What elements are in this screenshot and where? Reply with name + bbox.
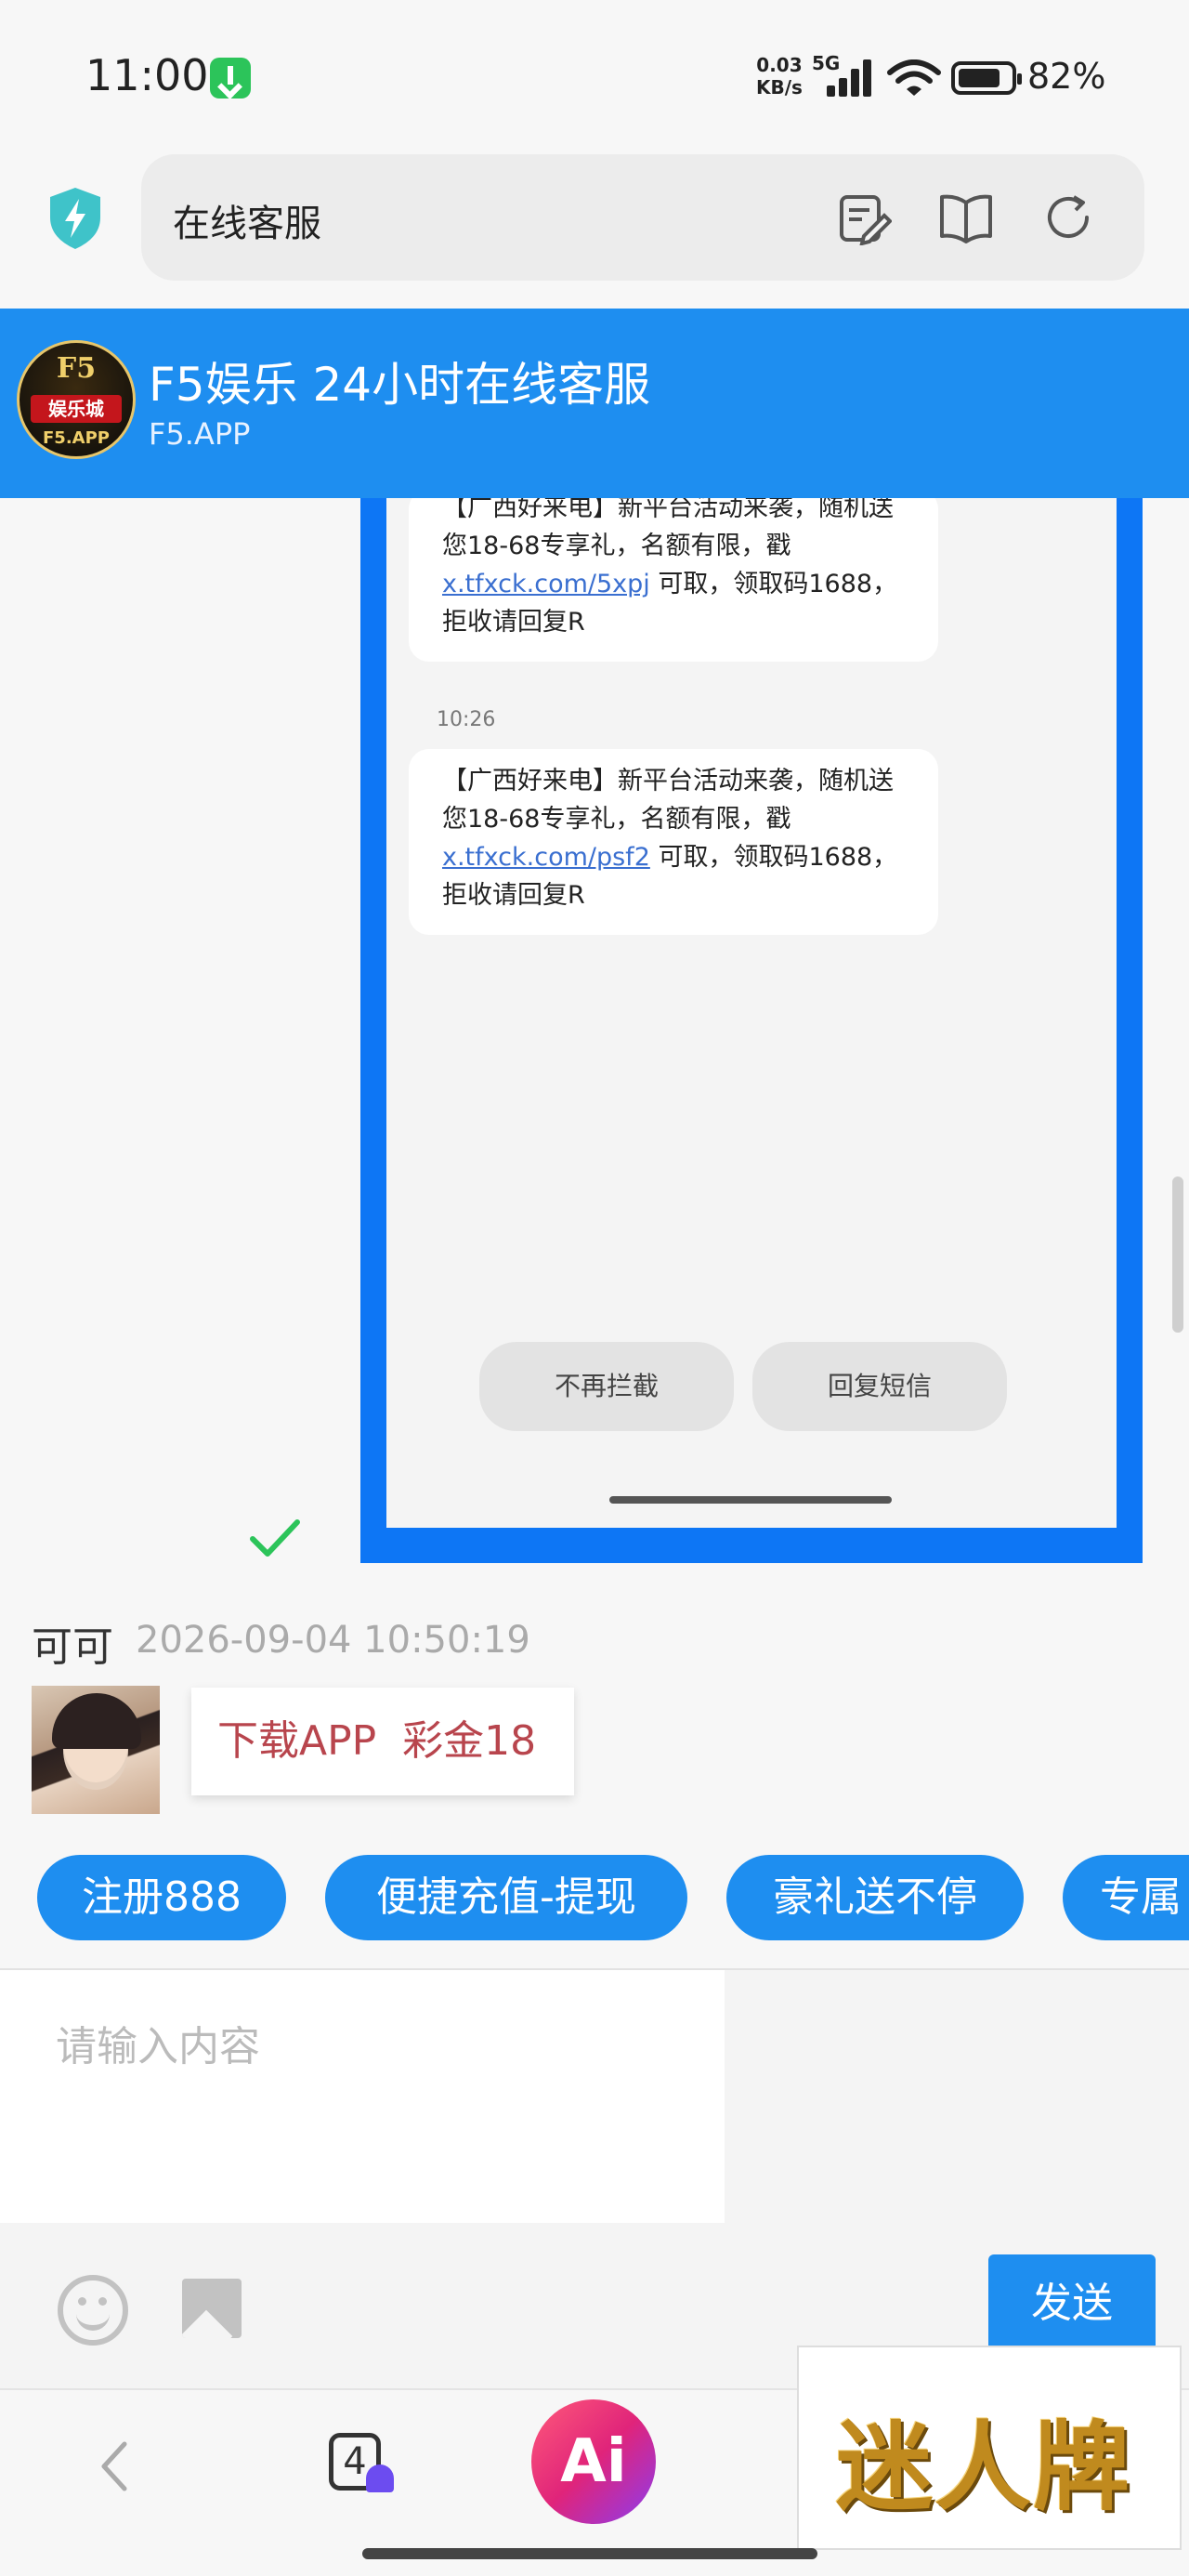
input-placeholder[interactable]: 请输入内容 <box>56 2013 260 2072</box>
system-home-bar[interactable] <box>362 2548 817 2559</box>
download-icon <box>210 58 251 99</box>
home-indicator <box>609 1496 892 1504</box>
back-icon[interactable] <box>97 2438 134 2494</box>
logo-text-middle: 娱乐城 <box>31 395 122 423</box>
reply-sms-button: 回复短信 <box>752 1342 1007 1431</box>
browser-toolbar: 在线客服 <box>0 149 1189 309</box>
read-check-icon <box>250 1519 300 1557</box>
incognito-icon <box>366 2464 394 2492</box>
sms-text: 【广西好来电】新平台活动来袭，随机送您18-68专享礼，名额有限，戳 <box>442 767 894 834</box>
network-speed-value: 0.03 <box>756 54 803 76</box>
sender-name: 可可 <box>32 1623 113 1671</box>
scrollbar[interactable] <box>1172 1176 1183 1333</box>
address-text[interactable]: 在线客服 <box>173 193 321 247</box>
network-speed-unit: KB/s <box>756 76 803 99</box>
ai-assistant-button[interactable]: Ai <box>531 2399 656 2524</box>
sms-link: x.tfxck.com/psf2 <box>442 843 650 872</box>
image-icon[interactable] <box>182 2279 242 2338</box>
network-speed: 0.03 KB/s <box>756 54 803 99</box>
shared-screenshot-image[interactable]: 【广西好来电】新平台活动来袭，随机送您18-68专享礼，名额有限，戳 x.tfxc… <box>360 498 1143 1563</box>
status-bar: 11:00 0.03 KB/s 5G 82% <box>0 0 1189 149</box>
status-time: 11:00 <box>85 50 209 100</box>
signal-icon <box>827 58 875 97</box>
quick-reply-chip[interactable]: 注册888 <box>37 1855 286 1940</box>
input-panel: 请输入内容 发送 <box>0 1968 1189 2388</box>
wifi-icon <box>887 59 941 96</box>
sms-text: 【广西好来电】新平台活动来袭，随机送您18-68专享礼，名额有限，戳 <box>442 498 894 560</box>
quick-reply-chip[interactable]: 专属 <box>1063 1855 1189 1940</box>
battery-level <box>959 69 1000 87</box>
logo-text-main: F5 <box>56 352 97 385</box>
refresh-icon[interactable] <box>1042 190 1098 245</box>
avatar[interactable] <box>32 1686 160 1814</box>
chat-subtitle: F5.APP <box>149 416 251 452</box>
message-timestamp: 2026-09-04 10:50:19 <box>136 1619 530 1662</box>
sms-bubble: 【广西好来电】新平台活动来袭，随机送您18-68专享礼，名额有限，戳 x.tfxc… <box>409 498 938 662</box>
unblock-button: 不再拦截 <box>479 1342 734 1431</box>
chat-title: F5娱乐 24小时在线客服 <box>149 358 651 412</box>
watermark-text: 迷人牌 <box>836 2410 1132 2524</box>
emoji-icon[interactable] <box>58 2275 128 2346</box>
address-bar[interactable]: 在线客服 <box>141 154 1144 281</box>
battery-icon <box>951 61 1022 95</box>
message-input[interactable]: 请输入内容 <box>0 1970 725 2223</box>
screenshot-sms-view: 【广西好来电】新平台活动来袭，随机送您18-68专享礼，名额有限，戳 x.tfxc… <box>386 498 1117 1528</box>
brand-logo: F5 娱乐城 F5.APP <box>17 340 136 459</box>
quick-reply-chip[interactable]: 豪礼送不停 <box>726 1855 1024 1940</box>
quick-reply-bar[interactable]: 注册888 便捷充值-提现 豪礼送不停 专属 <box>0 1831 1189 1968</box>
chat-header: F5 娱乐城 F5.APP F5娱乐 24小时在线客服 F5.APP <box>0 309 1189 498</box>
quick-reply-chip[interactable]: 便捷充值-提现 <box>325 1855 687 1940</box>
watermark-logo: 迷人牌 <box>797 2346 1182 2550</box>
shield-icon[interactable] <box>46 186 104 251</box>
send-button[interactable]: 发送 <box>988 2254 1156 2353</box>
battery-percent: 82% <box>1027 56 1106 97</box>
message-bubble[interactable]: 下载APP 彩金18 <box>191 1688 574 1795</box>
sms-bubble: 【广西好来电】新平台活动来袭，随机送您18-68专享礼，名额有限，戳 x.tfxc… <box>409 749 938 935</box>
logo-text-bottom: F5.APP <box>43 428 110 448</box>
edit-note-icon[interactable] <box>836 190 892 245</box>
chat-messages[interactable]: 【广西好来电】新平台活动来袭，随机送您18-68专享礼，名额有限，戳 x.tfxc… <box>0 498 1189 1831</box>
sms-time: 10:26 <box>437 708 496 731</box>
reader-icon[interactable] <box>938 190 994 245</box>
sms-link: x.tfxck.com/5xpj <box>442 570 650 598</box>
